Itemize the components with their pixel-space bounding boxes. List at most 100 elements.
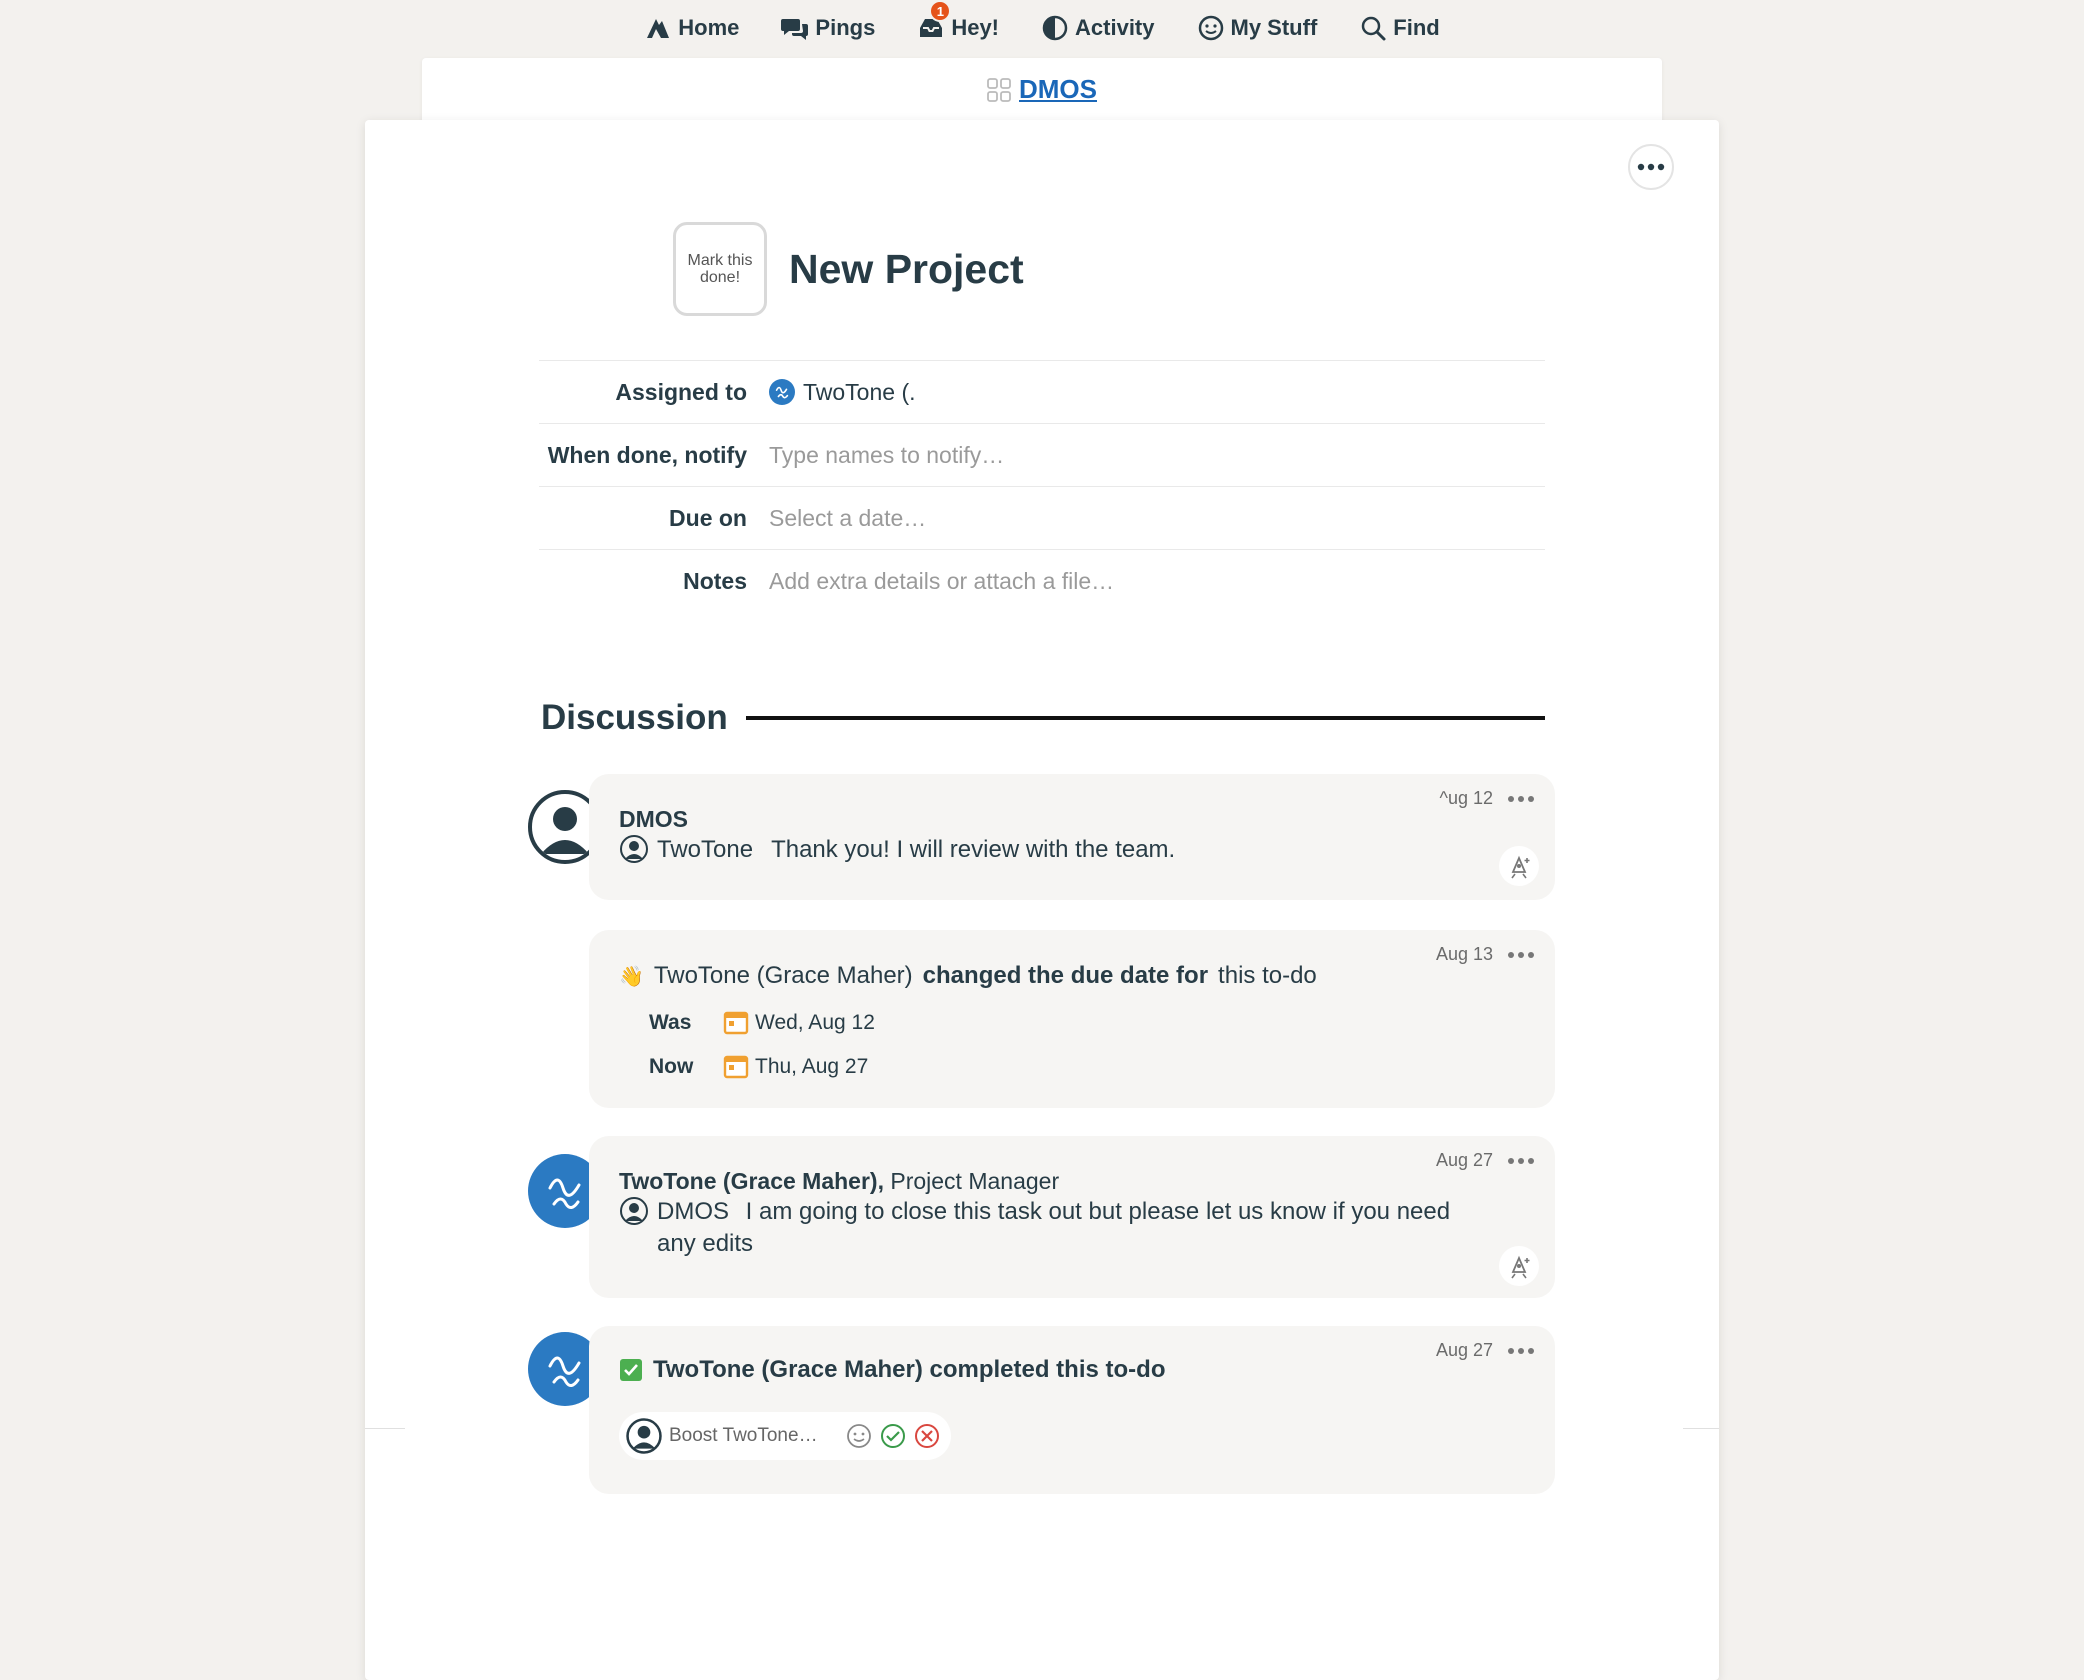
ellipsis-icon[interactable] xyxy=(1507,1347,1535,1355)
event-action: changed the due date for xyxy=(922,962,1209,989)
todo-options-button[interactable] xyxy=(1628,144,1674,190)
comment-meta: Aug 27 xyxy=(1436,1150,1535,1171)
now-label: Now xyxy=(649,1055,694,1078)
event-due-date-change: Aug 13 👋 TwoTone (Grace Maher) changed t… xyxy=(589,930,1555,1108)
home-icon xyxy=(647,19,670,38)
nav-pings-label: Pings xyxy=(815,15,876,40)
was-value: Wed, Aug 12 xyxy=(755,1011,875,1034)
notify-label: When done, notify xyxy=(547,441,747,468)
notes-field[interactable]: Add extra details or attach a file… xyxy=(769,568,1114,595)
boost-input-bar xyxy=(619,1412,951,1460)
confirm-icon[interactable] xyxy=(879,1422,907,1450)
assigned-label: Assigned to xyxy=(615,378,747,405)
comment-date[interactable]: ^ug 12 xyxy=(1440,788,1494,809)
ellipsis-icon xyxy=(1637,163,1665,171)
nav-pings[interactable]: Pings xyxy=(781,14,875,42)
assignee-name: TwoTone (. xyxy=(803,378,916,405)
comment-meta: Aug 27 xyxy=(1436,1340,1535,1361)
notify-row: When done, notify Type names to notify… xyxy=(539,423,1545,486)
event-object: this to-do xyxy=(1218,962,1317,989)
person-icon xyxy=(620,835,648,863)
comment-date[interactable]: Aug 27 xyxy=(1436,1340,1493,1361)
author-name[interactable]: TwoTone (Grace Maher), xyxy=(619,1168,884,1194)
comment-meta: ^ug 12 xyxy=(1440,788,1536,809)
comment-text-line1: I am going to close this task out but pl… xyxy=(745,1198,1451,1225)
nav-home[interactable]: Home xyxy=(644,14,739,42)
was-row: Was Wed, Aug 12 xyxy=(649,1010,875,1036)
discussion-heading: Discussion xyxy=(541,698,728,737)
ellipsis-icon[interactable] xyxy=(1507,951,1535,959)
assignee-avatar xyxy=(769,379,795,405)
comment-body: TwoTone Thank you! I will review with th… xyxy=(619,834,1175,866)
nav-hey-label: Hey! xyxy=(951,15,1000,40)
due-date-field[interactable]: Select a date… xyxy=(769,505,926,532)
calendar-icon xyxy=(723,1011,749,1035)
mark-done-checkbox[interactable]: Mark this done! xyxy=(673,222,767,316)
comment-body: DMOS I am going to close this task out b… xyxy=(619,1196,1450,1260)
mention-name[interactable]: TwoTone xyxy=(657,834,753,866)
notify-field[interactable]: Type names to notify… xyxy=(769,442,1004,469)
was-label: Was xyxy=(649,1011,692,1034)
discussion-rule xyxy=(745,716,1545,720)
twotone-logo-icon xyxy=(548,1356,581,1387)
emoji-icon[interactable] xyxy=(845,1422,873,1450)
nav-my-stuff-label: My Stuff xyxy=(1230,15,1318,40)
person-icon xyxy=(626,1418,662,1454)
divider xyxy=(365,1428,405,1429)
search-icon xyxy=(1362,16,1386,41)
event-actor[interactable]: TwoTone (Grace Maher) xyxy=(654,962,913,990)
assigned-field[interactable]: TwoTone (. xyxy=(769,379,916,406)
event-text: TwoTone (Grace Maher) completed this to-… xyxy=(653,1356,1166,1383)
boost-button[interactable] xyxy=(1499,846,1539,886)
top-nav: Home Pings 1 Hey! Activity My Stuff Find xyxy=(0,0,2084,56)
nav-hey[interactable]: 1 Hey! xyxy=(917,0,1000,42)
author-role: Project Manager xyxy=(890,1168,1060,1194)
boost-button[interactable] xyxy=(1499,1246,1539,1286)
activity-icon xyxy=(1042,15,1068,41)
comment-dmos: ^ug 12 DMOS TwoTone Thank you! I will re… xyxy=(589,774,1555,900)
discussion-header: Discussion xyxy=(541,698,1545,738)
comment-author[interactable]: DMOS xyxy=(619,806,688,833)
mention-name[interactable]: DMOS xyxy=(657,1198,729,1225)
pings-icon xyxy=(781,19,809,40)
calendar-icon xyxy=(723,1055,749,1079)
notes-label: Notes xyxy=(683,567,747,594)
now-row: Now Thu, Aug 27 xyxy=(649,1054,868,1080)
twotone-logo-icon xyxy=(548,1178,581,1209)
rocket-icon xyxy=(1511,855,1530,879)
todo-fields: Assigned to TwoTone (. When done, notify… xyxy=(539,360,1545,612)
nav-find[interactable]: Find xyxy=(1359,14,1440,42)
project-grid-icon xyxy=(987,78,1011,102)
event-completed: Aug 27 TwoTone (Grace Maher) completed t… xyxy=(589,1326,1555,1494)
notes-row: Notes Add extra details or attach a file… xyxy=(539,549,1545,612)
twotone-logo-icon xyxy=(775,386,789,399)
comment-text-line2: any edits xyxy=(657,1230,754,1257)
todo-card: Mark this done! New Project Assigned to … xyxy=(365,120,1719,1680)
comment-meta: Aug 13 xyxy=(1436,944,1535,965)
comment-text: Thank you! I will review with the team. xyxy=(771,836,1176,863)
ellipsis-icon[interactable] xyxy=(1507,1157,1535,1165)
divider xyxy=(1683,1428,1719,1429)
cancel-icon[interactable] xyxy=(913,1422,941,1450)
page-title: New Project xyxy=(789,245,1024,292)
ellipsis-icon[interactable] xyxy=(1507,795,1535,803)
nav-activity-label: Activity xyxy=(1075,15,1155,40)
my-stuff-icon xyxy=(1198,15,1223,41)
due-row: Due on Select a date… xyxy=(539,486,1545,549)
project-link[interactable]: DMOS xyxy=(1019,74,1097,105)
wave-icon: 👋 xyxy=(619,965,644,988)
hey-badge: 1 xyxy=(929,0,952,22)
event-summary: TwoTone (Grace Maher) completed this to-… xyxy=(619,1356,1165,1384)
boost-input[interactable] xyxy=(669,1425,839,1447)
due-label: Due on xyxy=(669,504,747,531)
comment-date[interactable]: Aug 27 xyxy=(1436,1150,1493,1171)
nav-activity[interactable]: Activity xyxy=(1041,14,1155,42)
nav-home-label: Home xyxy=(678,15,740,40)
event-summary: 👋 TwoTone (Grace Maher) changed the due … xyxy=(619,962,1317,990)
rocket-icon xyxy=(1511,1255,1530,1279)
assigned-row: Assigned to TwoTone (. xyxy=(539,360,1545,423)
comment-date[interactable]: Aug 13 xyxy=(1436,944,1493,965)
nav-my-stuff[interactable]: My Stuff xyxy=(1197,14,1318,42)
person-icon xyxy=(620,1197,648,1225)
comment-twotone: Aug 27 TwoTone (Grace Maher), Project Ma… xyxy=(589,1136,1555,1298)
